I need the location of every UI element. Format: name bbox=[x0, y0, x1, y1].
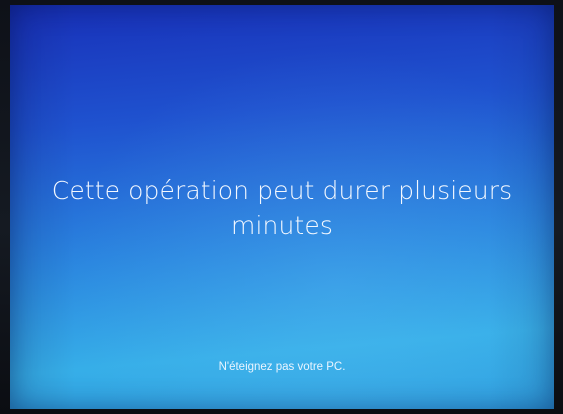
do-not-turn-off-notice: N'éteignez pas votre PC. bbox=[218, 361, 346, 373]
progress-message: Cette opération peut durer plusieurs min… bbox=[40, 173, 524, 243]
progress-message-line-1: Cette opération peut durer plusieurs bbox=[51, 176, 513, 205]
photo-frame: Cette opération peut durer plusieurs min… bbox=[0, 0, 563, 414]
update-screen: Cette opération peut durer plusieurs min… bbox=[10, 5, 554, 409]
progress-message-line-2: minutes bbox=[231, 211, 333, 240]
